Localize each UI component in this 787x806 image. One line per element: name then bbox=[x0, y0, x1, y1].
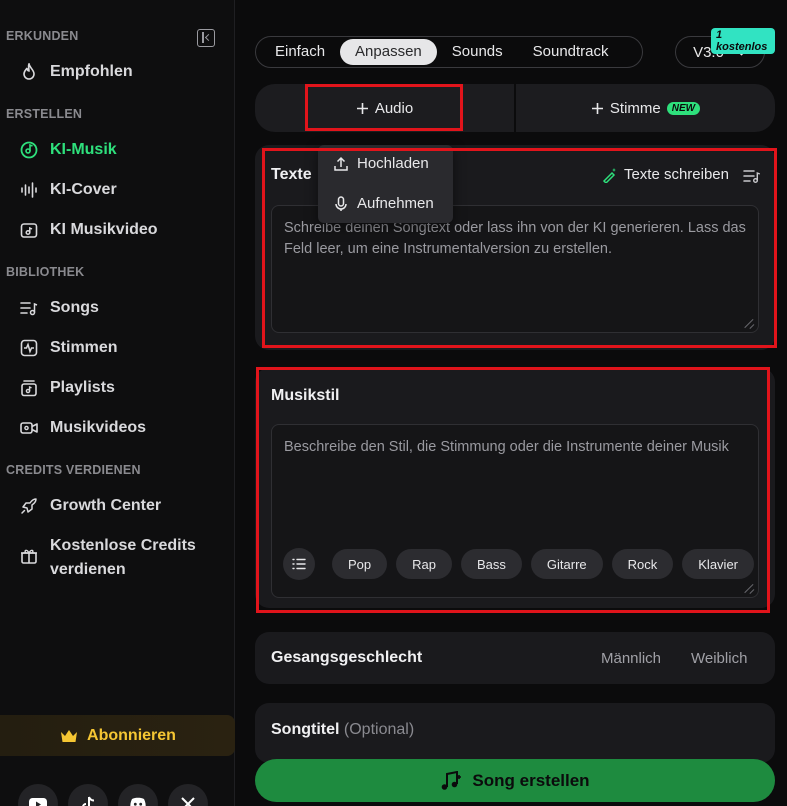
create-song-button[interactable]: Song erstellen bbox=[255, 759, 775, 802]
record-menu-item[interactable]: Aufnehmen bbox=[333, 195, 434, 212]
sidebar-item-label: KI-Cover bbox=[50, 181, 117, 198]
collapse-sidebar-icon[interactable] bbox=[197, 29, 215, 47]
playlist-icon bbox=[20, 379, 38, 397]
sidebar-item-label: Playlists bbox=[50, 379, 115, 396]
upload-menu-item[interactable]: Hochladen bbox=[333, 155, 429, 172]
free-credits-line2: verdienen bbox=[50, 561, 126, 578]
style-placeholder: Beschreibe den Stil, die Stimmung oder d… bbox=[284, 439, 729, 455]
youtube-icon[interactable] bbox=[18, 784, 58, 806]
sidebar-item-ai-video[interactable]: KI Musikvideo bbox=[20, 218, 158, 242]
sidebar-item-ai-music[interactable]: KI-Musik bbox=[20, 138, 117, 162]
add-audio-label: Audio bbox=[374, 99, 414, 117]
sidebar-item-free-credits[interactable]: Kostenlose Credits verdienen bbox=[20, 534, 196, 582]
discord-icon[interactable] bbox=[118, 784, 158, 806]
mode-tabs: Einfach Anpassen Sounds Soundtrack bbox=[255, 36, 643, 68]
section-credits: CREDITS VERDIENEN bbox=[6, 463, 141, 477]
crown-icon bbox=[61, 729, 78, 742]
upload-icon bbox=[334, 156, 348, 171]
music-disc-icon bbox=[20, 141, 38, 159]
write-lyrics-label: Texte schreiben bbox=[623, 166, 729, 183]
lyrics-options-icon[interactable] bbox=[743, 168, 761, 189]
tab-soundtrack[interactable]: Soundtrack bbox=[518, 39, 624, 65]
resize-handle[interactable] bbox=[744, 583, 754, 593]
sidebar: ERKUNDEN Empfohlen ERSTELLEN KI-Musik KI… bbox=[0, 0, 235, 806]
gender-title: Gesangsgeschlecht bbox=[271, 649, 423, 666]
section-explore: ERKUNDEN bbox=[6, 29, 79, 43]
style-list-icon[interactable] bbox=[283, 548, 315, 580]
style-chip-rock[interactable]: Rock bbox=[611, 549, 674, 579]
song-list-icon bbox=[20, 299, 38, 317]
x-twitter-icon[interactable] bbox=[168, 784, 208, 806]
sidebar-item-playlists[interactable]: Playlists bbox=[20, 376, 115, 400]
sidebar-item-music-videos[interactable]: Musikvideos bbox=[20, 416, 146, 440]
sidebar-item-growth-center[interactable]: Growth Center bbox=[20, 494, 161, 518]
subscribe-label: Abonnieren bbox=[87, 726, 176, 744]
style-chip-bass[interactable]: Bass bbox=[461, 549, 522, 579]
create-song-label: Song erstellen bbox=[472, 770, 590, 790]
tab-custom[interactable]: Anpassen bbox=[340, 39, 437, 65]
sidebar-item-label: Growth Center bbox=[50, 497, 162, 514]
style-chips: Pop Rap Bass Gitarre Rock Klavier bbox=[283, 548, 755, 580]
sidebar-item-label: Stimmen bbox=[50, 339, 118, 356]
magic-pen-icon bbox=[602, 167, 616, 183]
section-create: ERSTELLEN bbox=[6, 107, 83, 121]
song-title-panel: Songtitel (Optional) bbox=[255, 703, 775, 763]
style-chip-piano[interactable]: Klavier bbox=[682, 549, 755, 579]
sidebar-item-songs[interactable]: Songs bbox=[20, 296, 99, 320]
gender-female-option[interactable]: Weiblich bbox=[691, 650, 747, 667]
plus-icon bbox=[356, 102, 368, 114]
add-action-bar: Audio Stimme NEW bbox=[255, 84, 775, 132]
sidebar-item-recommended[interactable]: Empfohlen bbox=[20, 60, 133, 84]
style-title: Musikstil bbox=[271, 387, 340, 404]
lyrics-input[interactable]: Schreibe deinen Songtext oder lass ihn v… bbox=[271, 205, 759, 333]
lyrics-placeholder: Schreibe deinen Songtext oder lass ihn v… bbox=[284, 220, 746, 257]
rocket-icon bbox=[20, 497, 38, 515]
gift-icon bbox=[20, 546, 38, 564]
record-label: Aufnehmen bbox=[357, 195, 434, 212]
music-note-icon bbox=[442, 770, 462, 790]
sidebar-item-ai-cover[interactable]: KI-Cover bbox=[20, 178, 117, 202]
style-chip-pop[interactable]: Pop bbox=[332, 549, 388, 579]
new-badge: NEW bbox=[666, 101, 701, 115]
style-chip-guitar[interactable]: Gitarre bbox=[530, 549, 603, 579]
sidebar-item-label: Kostenlose Credits verdienen bbox=[50, 534, 196, 582]
resize-handle[interactable] bbox=[744, 318, 754, 328]
free-credits-line1: Kostenlose Credits bbox=[50, 537, 196, 554]
gender-male-option[interactable]: Männlich bbox=[601, 650, 661, 667]
plus-icon bbox=[591, 102, 603, 114]
sidebar-item-label: Empfohlen bbox=[50, 63, 133, 80]
lyrics-title: Texte bbox=[271, 166, 312, 183]
sidebar-item-label: Songs bbox=[50, 299, 99, 316]
microphone-icon bbox=[335, 195, 347, 211]
tab-simple[interactable]: Einfach bbox=[260, 39, 340, 65]
sidebar-item-label: KI Musikvideo bbox=[50, 221, 158, 238]
sidebar-item-label: KI-Musik bbox=[50, 141, 117, 158]
tiktok-icon[interactable] bbox=[68, 784, 108, 806]
add-audio-button[interactable]: Audio bbox=[255, 84, 514, 132]
optional-label: (Optional) bbox=[343, 721, 415, 738]
subscribe-button[interactable]: Abonnieren bbox=[0, 715, 235, 756]
add-voice-button[interactable]: Stimme NEW bbox=[516, 84, 775, 132]
flame-icon bbox=[20, 63, 38, 81]
upload-label: Hochladen bbox=[357, 155, 429, 172]
voice-pulse-icon bbox=[20, 339, 38, 357]
song-title-label: Songtitel (Optional) bbox=[271, 721, 414, 739]
write-lyrics-button[interactable]: Texte schreiben bbox=[602, 166, 729, 183]
section-library: BIBLIOTHEK bbox=[6, 265, 85, 279]
video-camera-icon bbox=[20, 419, 38, 437]
sidebar-item-label: Musikvideos bbox=[50, 419, 147, 436]
audio-dropdown-menu: Hochladen Aufnehmen bbox=[318, 145, 453, 223]
free-badge: 1 kostenlos bbox=[711, 28, 775, 54]
add-voice-label: Stimme bbox=[609, 99, 661, 117]
sidebar-item-voices[interactable]: Stimmen bbox=[20, 336, 118, 360]
waveform-icon bbox=[20, 181, 38, 199]
style-chip-rap[interactable]: Rap bbox=[396, 549, 452, 579]
song-title-text: Songtitel bbox=[271, 721, 340, 738]
video-music-icon bbox=[20, 221, 38, 239]
tab-sounds[interactable]: Sounds bbox=[437, 39, 518, 65]
social-links bbox=[18, 784, 208, 806]
